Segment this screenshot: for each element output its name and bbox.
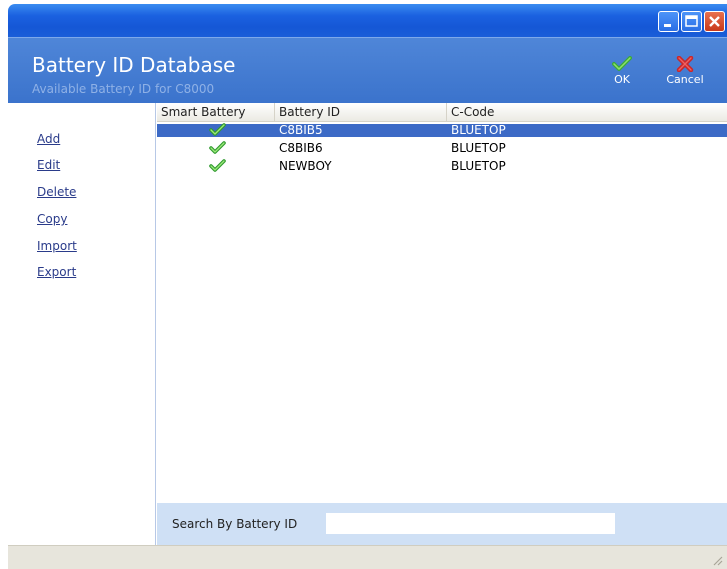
close-icon [709,16,720,27]
column-header-smart-battery[interactable]: Smart Battery [157,103,275,122]
maximize-button[interactable] [681,11,702,32]
battery-id-cell: C8BIB5 [279,123,323,137]
export-link[interactable]: Export [37,265,76,279]
maximize-icon [685,15,698,27]
smart-battery-check-icon [209,141,226,154]
search-bar: Search By Battery ID [157,503,727,545]
smart-battery-check-icon [209,159,226,172]
resize-grip-icon[interactable] [711,554,723,566]
column-header-c-code[interactable]: C-Code [447,103,727,122]
ok-button[interactable]: OK [608,56,636,86]
close-button[interactable] [704,11,725,32]
smart-battery-check-icon [209,123,226,136]
c-code-cell: BLUETOP [451,123,506,137]
page-header: Battery ID Database Available Battery ID… [8,37,727,103]
edit-link[interactable]: Edit [37,158,60,172]
c-code-cell: BLUETOP [451,141,506,155]
battery-table[interactable]: Smart Battery Battery ID C-Code C8BIB5 B… [157,103,727,503]
battery-id-cell: NEWBOY [279,159,332,173]
page-title: Battery ID Database [32,53,236,77]
delete-link[interactable]: Delete [37,185,76,199]
add-link[interactable]: Add [37,132,60,146]
table-row[interactable]: C8BIB5 BLUETOP [157,123,727,137]
table-row[interactable]: NEWBOY BLUETOP [157,159,727,173]
cross-icon [676,56,694,72]
minimize-icon [664,24,671,27]
cancel-button[interactable]: Cancel [663,56,707,86]
column-header-battery-id[interactable]: Battery ID [275,103,447,122]
status-bar [8,545,727,569]
ok-label: OK [614,73,630,86]
minimize-button[interactable] [658,11,679,32]
search-label: Search By Battery ID [172,517,298,531]
import-link[interactable]: Import [37,239,77,253]
checkmark-icon [612,56,632,71]
battery-id-search-input[interactable] [326,513,615,534]
window-titlebar[interactable] [8,4,727,37]
action-sidebar: Add Edit Delete Copy Import Export [8,103,156,545]
page-subtitle: Available Battery ID for C8000 [32,82,215,96]
battery-id-database-window: Battery ID Database Available Battery ID… [0,0,727,569]
table-header: Smart Battery Battery ID C-Code [157,103,727,122]
copy-link[interactable]: Copy [37,212,67,226]
c-code-cell: BLUETOP [451,159,506,173]
battery-id-cell: C8BIB6 [279,141,323,155]
table-row[interactable]: C8BIB6 BLUETOP [157,141,727,155]
cancel-label: Cancel [666,73,704,86]
